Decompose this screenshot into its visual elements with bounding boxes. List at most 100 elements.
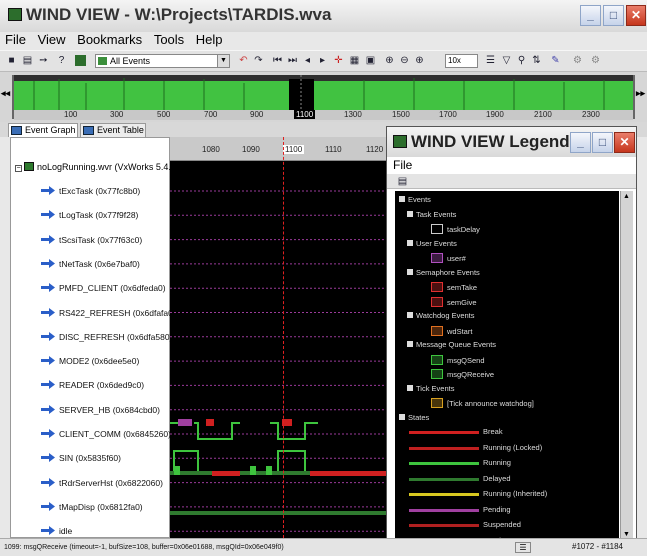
task-item[interactable]: tRdrServerHst (0x6822060) [41, 477, 163, 488]
legend-group[interactable]: Watchdog Events [407, 311, 475, 320]
legend-group-label: Task Events [416, 209, 457, 219]
scroll-left-icon[interactable]: ◂◂ [1, 88, 10, 99]
ov-tick-current: 1100 [294, 110, 316, 119]
collapse-icon[interactable] [407, 341, 413, 347]
menu-help[interactable]: Help [196, 32, 223, 47]
task-item[interactable]: tMapDisp (0x6812fa0) [41, 501, 143, 512]
overview-strip[interactable]: ◂◂ ▸▸ 100 300 500 700 900 1100 1300 1500… [0, 72, 647, 122]
pencil-icon[interactable]: ✎ [550, 55, 561, 66]
menu-file[interactable]: File [5, 32, 26, 47]
ov-tick: 1500 [392, 110, 410, 119]
tool1-icon[interactable]: ⚙ [572, 55, 583, 66]
list-icon[interactable]: ☰ [515, 542, 531, 553]
legend-events-header[interactable]: Events [399, 195, 431, 204]
task-item[interactable]: SERVER_HB (0x684cbd0) [41, 404, 160, 415]
minimize-button[interactable]: _ [580, 5, 601, 26]
collapse-icon[interactable] [399, 413, 405, 420]
time-cursor[interactable] [283, 137, 284, 538]
list-icon[interactable]: ☰ [485, 55, 496, 66]
filter-icon[interactable]: ▽ [501, 55, 512, 66]
crosshair-icon[interactable]: ✛ [333, 55, 344, 66]
legend-state-label: Running (Locked) [483, 442, 543, 452]
undo-icon[interactable]: ↶ [238, 55, 249, 66]
legend-group[interactable]: Tick Events [407, 384, 454, 393]
task-tree: − noLogRunning.wvr (VxWorks 5.4.2) tExcTa… [10, 137, 179, 538]
legend-group[interactable]: Semaphore Events [407, 268, 480, 277]
legend-group-label: Watchdog Events [416, 311, 475, 320]
first-icon[interactable]: ⏮ [272, 55, 283, 66]
task-item[interactable]: SIN (0x5835f60) [41, 453, 121, 463]
next-icon[interactable]: ▸ [317, 55, 328, 66]
event-graph[interactable] [170, 161, 388, 538]
scroll-down-icon[interactable]: ▼ [623, 531, 630, 538]
legend-icon[interactable] [75, 55, 86, 66]
task-item[interactable]: RS422_REFRESH (0x6dfafa0) [41, 307, 176, 318]
tab-event-table[interactable]: Event Table [80, 123, 146, 137]
task-item[interactable]: tScsiTask (0x77f63c0) [41, 234, 142, 245]
collapse-icon[interactable] [407, 210, 413, 217]
task-item[interactable]: MODE2 (0x6dee5e0) [41, 356, 139, 366]
legend-maximize-button[interactable]: □ [592, 132, 613, 153]
collapse-icon[interactable] [407, 239, 413, 246]
scroll-right-icon[interactable]: ▸▸ [636, 88, 645, 99]
legend-group-label: Semaphore Events [416, 267, 480, 277]
collapse-icon[interactable] [407, 268, 413, 275]
legend-menu-file[interactable]: File [387, 157, 636, 174]
legend-group[interactable]: Task Events [407, 210, 456, 219]
zoom-in-icon[interactable]: ⊕ [384, 55, 395, 66]
task-item[interactable]: tExcTask (0x77fc8b0) [41, 186, 140, 196]
time-tick: 1090 [242, 145, 260, 154]
task-item[interactable]: READER (0x6ded9c0) [41, 380, 144, 390]
tab-event-graph[interactable]: Event Graph [8, 123, 78, 137]
zoom-level-value: 10x [448, 56, 461, 65]
tree-root[interactable]: − noLogRunning.wvr (VxWorks 5.4.2) [15, 162, 179, 172]
task-label: SERVER_HB (0x684cbd0) [59, 404, 160, 415]
task-item[interactable]: tNetTask (0x6e7baf0) [41, 258, 140, 269]
event-filter-select[interactable]: All Events ▼ [95, 54, 230, 68]
task-item[interactable]: tLogTask (0x77f9f28) [41, 210, 138, 220]
legend-group[interactable]: Message Queue Events [407, 340, 496, 349]
task-arrow-icon [41, 477, 55, 487]
bookmark-icon[interactable]: ▣ [365, 55, 376, 66]
help-icon[interactable]: ? [56, 55, 67, 66]
last-icon[interactable]: ⏭ [287, 55, 298, 66]
task-arrow-icon [41, 234, 55, 244]
ov-tick: 2100 [534, 110, 552, 119]
print-icon[interactable]: ▤ [397, 176, 408, 187]
print-icon[interactable]: ▤ [22, 55, 33, 66]
legend-states-header[interactable]: States [399, 413, 429, 422]
task-item[interactable]: idle [41, 526, 72, 536]
ov-tick: 1900 [486, 110, 504, 119]
zoom-out-icon[interactable]: ⊖ [399, 55, 410, 66]
task-item[interactable]: PMFD_CLIENT (0x6dfeda0) [41, 283, 166, 293]
menu-bookmarks[interactable]: Bookmarks [77, 32, 142, 47]
menu-view[interactable]: View [38, 32, 66, 47]
tool2-icon[interactable]: ⚙ [590, 55, 601, 66]
task-item[interactable]: CLIENT_COMM (0x6845260) [41, 429, 171, 439]
menu-tools[interactable]: Tools [154, 32, 184, 47]
scroll-up-icon[interactable]: ▲ [623, 193, 630, 200]
prev-icon[interactable]: ◂ [302, 55, 313, 66]
arrow-icon[interactable]: ➙ [38, 55, 49, 66]
save-icon[interactable]: ■ [6, 55, 17, 66]
grid-icon[interactable]: ▦ [349, 55, 360, 66]
app-icon [8, 8, 22, 21]
collapse-icon[interactable] [399, 196, 405, 202]
find-icon[interactable]: ⚲ [516, 55, 527, 66]
redo-icon[interactable]: ↷ [253, 55, 264, 66]
collapse-icon[interactable]: − [15, 165, 22, 172]
task-item[interactable]: DISC_REFRESH (0x6dfa580) [41, 331, 172, 342]
legend-scrollbar[interactable]: ▲ ▼ [620, 191, 633, 543]
collapse-icon[interactable] [407, 312, 413, 318]
collapse-icon[interactable] [407, 384, 413, 391]
zoom-icon[interactable]: ⊕ [414, 55, 425, 66]
legend-group[interactable]: User Events [407, 239, 457, 248]
legend-close-button[interactable]: ✕ [614, 132, 635, 153]
status-message: 1099: msgQReceive (timeout=-1, bufSize=1… [4, 544, 284, 551]
close-button[interactable]: ✕ [626, 5, 646, 26]
maximize-button[interactable]: □ [603, 5, 624, 26]
graph-icon [11, 126, 22, 135]
legend-minimize-button[interactable]: _ [570, 132, 591, 153]
sort-icon[interactable]: ⇅ [531, 55, 542, 66]
zoom-level-select[interactable]: 10x [445, 54, 478, 68]
